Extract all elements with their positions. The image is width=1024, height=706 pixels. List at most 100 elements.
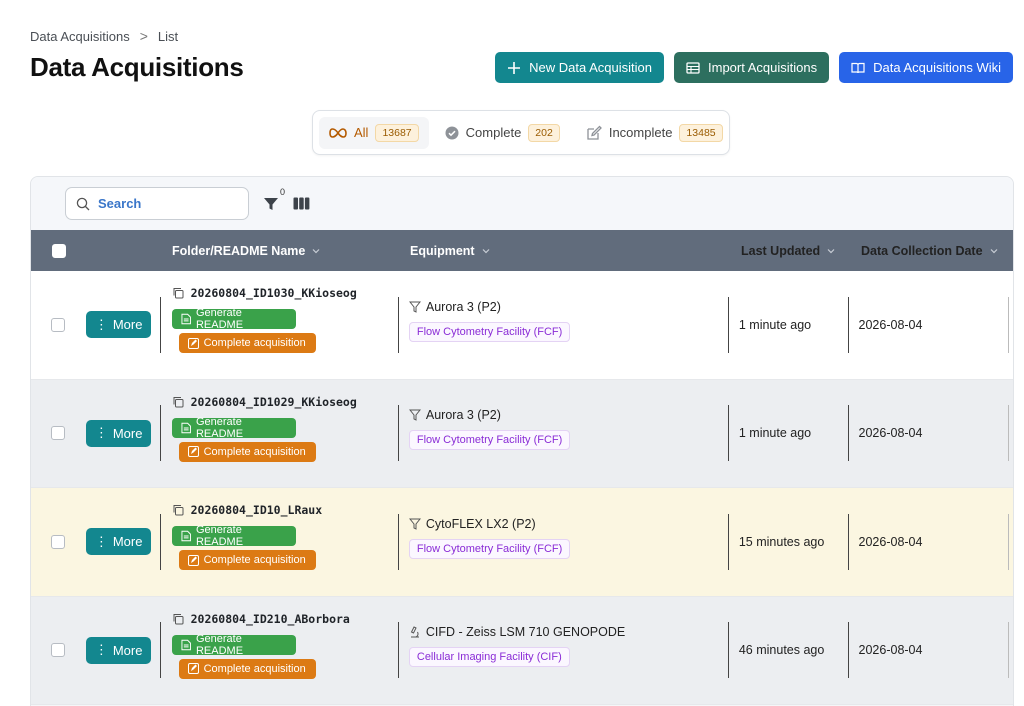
more-button[interactable]: ⋮ More bbox=[85, 419, 152, 447]
select-all-checkbox[interactable] bbox=[51, 243, 66, 258]
status-filter-tabs: All 13687 Complete 202 Incomplete 13485 bbox=[312, 110, 730, 155]
column-header-date[interactable]: Data Collection Date bbox=[851, 244, 1011, 258]
generate-readme-button[interactable]: Generate README bbox=[171, 524, 296, 548]
folder-name: 20260804_ID210_ABorbora bbox=[190, 611, 350, 626]
folder-name: 20260804_ID1029_KKioseog bbox=[190, 394, 357, 409]
chevron-down-icon bbox=[990, 248, 997, 253]
last-updated: 1 minute ago bbox=[738, 426, 812, 441]
complete-acquisition-button[interactable]: Complete acquisition bbox=[178, 658, 316, 679]
book-icon bbox=[851, 62, 865, 73]
folder-name: 20260804_ID10_LRaux bbox=[190, 503, 323, 518]
edit-icon bbox=[187, 554, 199, 566]
import-acquisitions-button[interactable]: Import Acquisitions bbox=[674, 52, 830, 83]
check-circle-icon bbox=[445, 126, 459, 139]
complete-acquisition-button[interactable]: Complete acquisition bbox=[178, 441, 316, 462]
equipment-name: CytoFLEX LX2 (P2) bbox=[425, 516, 536, 531]
flow-cytometer-icon bbox=[408, 301, 421, 313]
facility-tag: Flow Cytometry Facility (FCF) bbox=[408, 538, 571, 559]
search-icon bbox=[76, 197, 90, 210]
filter-button[interactable]: 0 bbox=[263, 187, 285, 211]
more-button[interactable]: ⋮ More bbox=[85, 636, 152, 664]
row-checkbox[interactable] bbox=[51, 426, 66, 441]
flow-cytometer-icon bbox=[408, 518, 421, 530]
last-updated: 1 minute ago bbox=[738, 317, 812, 332]
columns-icon bbox=[293, 197, 310, 210]
generate-readme-button[interactable]: Generate README bbox=[171, 633, 296, 657]
table-row[interactable]: ⋮ More 20260804_ID1029_KKioseog Generate … bbox=[31, 379, 1013, 488]
copy-icon[interactable] bbox=[172, 613, 184, 625]
acquisitions-table: 0 Folder/README Name Equipment Last Upda… bbox=[30, 176, 1014, 706]
copy-icon[interactable] bbox=[172, 287, 184, 299]
plus-icon bbox=[508, 61, 521, 74]
row-checkbox[interactable] bbox=[51, 534, 66, 549]
filter-icon bbox=[264, 197, 278, 210]
more-button[interactable]: ⋮ More bbox=[85, 528, 152, 556]
file-icon bbox=[181, 531, 191, 542]
equipment-name: Aurora 3 (P2) bbox=[425, 299, 501, 314]
chevron-down-icon bbox=[312, 248, 320, 253]
last-updated: 46 minutes ago bbox=[738, 643, 825, 658]
row-checkbox[interactable] bbox=[51, 317, 66, 332]
edit-icon bbox=[187, 446, 199, 458]
more-icon: ⋮ bbox=[94, 533, 108, 549]
collection-date: 2026-08-04 bbox=[858, 643, 923, 658]
folder-name: 20260804_ID1030_KKioseog bbox=[190, 286, 357, 301]
page-title: Data Acquisitions bbox=[30, 52, 244, 82]
tab-complete[interactable]: Complete 202 bbox=[435, 117, 570, 149]
breadcrumb-parent[interactable]: Data Acquisitions bbox=[30, 29, 130, 44]
new-data-acquisition-button[interactable]: New Data Acquisition bbox=[495, 52, 664, 83]
chevron-down-icon bbox=[827, 248, 835, 253]
facility-tag: Flow Cytometry Facility (FCF) bbox=[408, 430, 571, 451]
more-icon: ⋮ bbox=[94, 642, 108, 658]
complete-acquisition-button[interactable]: Complete acquisition bbox=[178, 333, 316, 354]
filter-count: 0 bbox=[279, 186, 285, 197]
column-header-equipment[interactable]: Equipment bbox=[400, 244, 730, 258]
copy-icon[interactable] bbox=[172, 396, 184, 408]
infinity-icon bbox=[329, 127, 347, 138]
breadcrumb-current: List bbox=[157, 28, 179, 44]
columns-button[interactable] bbox=[293, 197, 310, 210]
file-icon bbox=[181, 639, 191, 650]
search-field[interactable] bbox=[65, 187, 249, 220]
table-row[interactable]: ⋮ More 20260804_ID1030_KKioseog Generate … bbox=[31, 271, 1013, 380]
count-badge: 202 bbox=[528, 123, 560, 142]
table-row[interactable]: ⋮ More 20260804_ID210_ABorbora Generate R… bbox=[31, 596, 1013, 705]
table-row[interactable]: ⋮ More 20260804_ID10_LRaux Generate READM… bbox=[31, 488, 1013, 597]
table-icon bbox=[686, 61, 700, 74]
count-badge: 13687 bbox=[375, 123, 419, 142]
row-checkbox[interactable] bbox=[51, 643, 66, 658]
collection-date: 2026-08-04 bbox=[858, 317, 923, 332]
equipment-name: CIFD - Zeiss LSM 710 GENOPODE bbox=[425, 625, 626, 640]
flow-cytometer-icon bbox=[408, 409, 421, 422]
complete-acquisition-button[interactable]: Complete acquisition bbox=[178, 550, 316, 571]
chevron-down-icon bbox=[482, 248, 490, 253]
edit-icon bbox=[187, 337, 199, 349]
tab-all[interactable]: All 13687 bbox=[319, 116, 429, 149]
generate-readme-button[interactable]: Generate README bbox=[171, 307, 296, 331]
column-header-updated[interactable]: Last Updated bbox=[731, 244, 850, 258]
more-icon: ⋮ bbox=[94, 316, 108, 332]
column-header-name[interactable]: Folder/README Name bbox=[161, 244, 399, 258]
breadcrumb-separator: > bbox=[139, 28, 148, 44]
edit-icon bbox=[187, 663, 199, 675]
collection-date: 2026-08-04 bbox=[858, 426, 923, 441]
table-header: Folder/README Name Equipment Last Update… bbox=[31, 230, 1013, 271]
facility-tag: Cellular Imaging Facility (CIF) bbox=[408, 647, 570, 668]
search-input[interactable] bbox=[98, 196, 228, 211]
tab-incomplete[interactable]: Incomplete 13485 bbox=[576, 117, 733, 149]
equipment-name: Aurora 3 (P2) bbox=[425, 408, 501, 423]
collection-date: 2026-08-04 bbox=[858, 534, 923, 549]
generate-readme-button[interactable]: Generate README bbox=[171, 416, 296, 440]
count-badge: 13485 bbox=[679, 123, 723, 142]
breadcrumb: Data Acquisitions > List bbox=[30, 28, 178, 44]
facility-tag: Flow Cytometry Facility (FCF) bbox=[408, 321, 571, 342]
file-icon bbox=[181, 422, 191, 433]
more-icon: ⋮ bbox=[94, 425, 108, 441]
copy-icon[interactable] bbox=[172, 504, 184, 516]
microscope-icon bbox=[410, 626, 419, 638]
more-button[interactable]: ⋮ More bbox=[85, 311, 152, 339]
file-icon bbox=[181, 314, 191, 325]
data-acquisitions-wiki-button[interactable]: Data Acquisitions Wiki bbox=[839, 52, 1013, 83]
edit-icon bbox=[587, 125, 602, 140]
last-updated: 15 minutes ago bbox=[738, 534, 825, 549]
